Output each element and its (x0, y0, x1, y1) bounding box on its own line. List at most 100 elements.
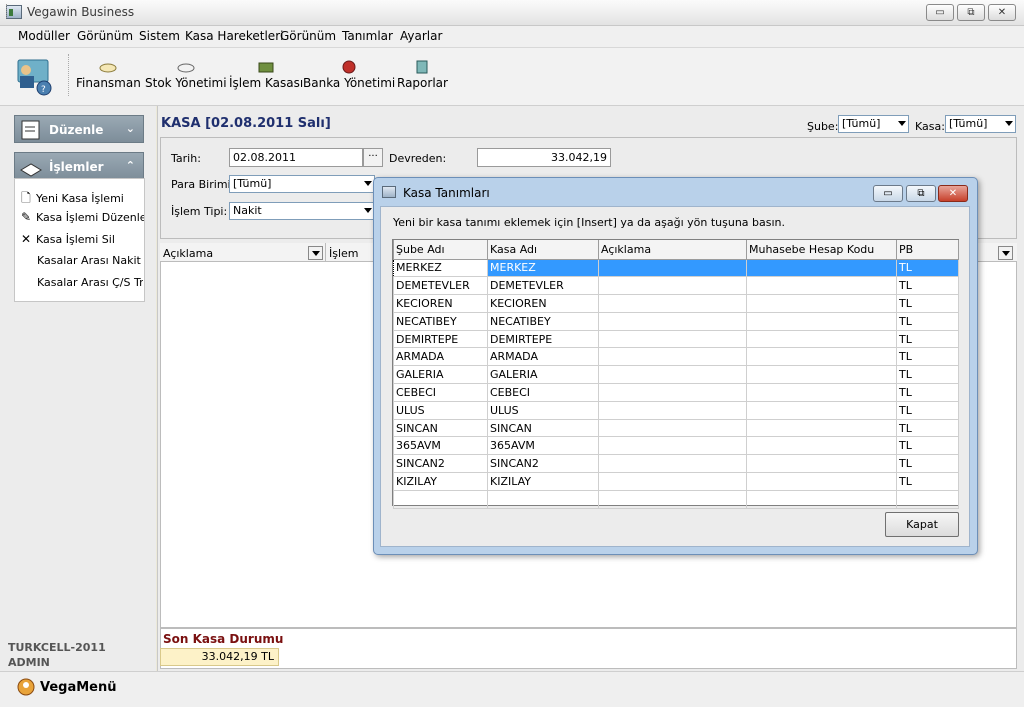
table-cell[interactable]: TL (896, 365, 959, 385)
table-cell[interactable] (598, 418, 747, 438)
grid-column-aciklama[interactable]: Açıklama (163, 247, 213, 260)
table-cell[interactable] (598, 258, 747, 278)
dialog-restore-button[interactable]: ⧉ (906, 185, 936, 202)
table-cell[interactable]: TL (896, 347, 959, 367)
column-header-pb[interactable]: PB (896, 240, 959, 260)
table-cell[interactable]: SINCAN2 (487, 454, 599, 474)
table-cell[interactable]: TL (896, 436, 959, 456)
table-cell[interactable]: DEMETEVLER (487, 276, 599, 296)
column-header-aciklama[interactable]: Açıklama (598, 240, 747, 260)
table-cell[interactable]: TL (896, 400, 959, 420)
table-cell[interactable]: KECIOREN (487, 294, 599, 313)
dialog-minimize-button[interactable]: ▭ (873, 185, 903, 202)
table-cell[interactable] (598, 276, 747, 296)
table-cell[interactable]: SINCAN2 (393, 454, 488, 474)
menu-kasa-hareketleri[interactable]: Kasa Hareketleri (185, 29, 283, 43)
table-cell[interactable] (746, 329, 897, 349)
table-cell[interactable] (746, 365, 897, 385)
sidebar-item-kasa-islemi-duzenle[interactable]: ✎ Kasa İşlemi Düzenle (19, 210, 144, 230)
table-cell[interactable]: DEMIRTEPE (487, 329, 599, 349)
table-cell[interactable] (746, 276, 897, 296)
table-cell[interactable]: SINCAN (487, 418, 599, 438)
table-cell[interactable]: MERKEZ (393, 258, 488, 278)
table-cell[interactable]: 365AVM (393, 436, 488, 456)
table-cell[interactable]: KECIOREN (393, 294, 488, 313)
toolbar-stok-button[interactable]: Stok Yönetimi (145, 60, 227, 90)
table-cell[interactable] (487, 489, 599, 509)
duzenle-header[interactable]: Düzenle ⌄ (14, 115, 144, 143)
table-cell[interactable]: TL (896, 383, 959, 402)
sidebar-item-yeni-kasa-islemi[interactable]: 🗋 Yeni Kasa İşlemi (19, 189, 144, 209)
table-cell[interactable]: DEMETEVLER (393, 276, 488, 296)
table-row-empty[interactable] (393, 489, 959, 509)
table-cell[interactable]: TL (896, 454, 959, 474)
table-cell[interactable] (598, 347, 747, 367)
toolbar-banka-button[interactable]: Banka Yönetimi (303, 60, 395, 90)
table-row[interactable]: CEBECI CEBECI TL (393, 383, 959, 402)
islemler-header[interactable]: İşlemler ⌃ (14, 152, 144, 180)
table-cell[interactable] (746, 472, 897, 491)
table-cell[interactable] (746, 436, 897, 456)
table-cell[interactable]: CEBECI (393, 383, 488, 402)
table-cell[interactable] (393, 489, 488, 509)
table-cell[interactable] (746, 347, 897, 367)
table-row[interactable]: DEMIRTEPE DEMIRTEPE TL (393, 329, 959, 349)
table-cell[interactable]: KIZILAY (393, 472, 488, 491)
table-row[interactable]: NECATIBEY NECATIBEY TL (393, 311, 959, 331)
table-cell[interactable] (598, 329, 747, 349)
chevron-up-icon[interactable]: ⌃ (126, 159, 135, 172)
vegamenu-button[interactable]: VegaMenü (40, 680, 117, 695)
table-cell[interactable]: 365AVM (487, 436, 599, 456)
table-cell[interactable] (746, 294, 897, 313)
table-cell[interactable]: SINCAN (393, 418, 488, 438)
table-cell[interactable] (598, 311, 747, 331)
tarih-field[interactable]: 02.08.2011 (229, 148, 363, 167)
vegamenu-icon[interactable] (16, 677, 36, 697)
table-row[interactable]: GALERIA GALERIA TL (393, 365, 959, 385)
table-cell[interactable] (746, 258, 897, 278)
minimize-button[interactable]: ▭ (926, 4, 954, 21)
table-cell[interactable]: ARMADA (487, 347, 599, 367)
menu-gorunum[interactable]: Görünüm (77, 29, 133, 43)
column-header-kasa-adi[interactable]: Kasa Adı (487, 240, 599, 260)
vega-logo-icon[interactable]: ? (8, 56, 60, 98)
column-filter-icon[interactable] (998, 246, 1013, 260)
table-row[interactable]: 365AVM 365AVM TL (393, 436, 959, 456)
table-cell[interactable]: ULUS (393, 400, 488, 420)
table-cell[interactable] (598, 400, 747, 420)
toolbar-raporlar-button[interactable]: Raporlar (397, 60, 448, 90)
menu-tanimlar[interactable]: Tanımlar (342, 29, 393, 43)
kapat-button[interactable]: Kapat (885, 512, 959, 537)
devreden-field[interactable]: 33.042,19 (477, 148, 611, 167)
table-row[interactable]: KECIOREN KECIOREN TL (393, 294, 959, 313)
para-birimi-select[interactable]: [Tümü] (229, 175, 375, 193)
menu-gorunum-2[interactable]: Görünüm (280, 29, 336, 43)
table-cell[interactable] (598, 489, 747, 509)
dialog-close-button[interactable]: ✕ (938, 185, 968, 202)
table-cell[interactable] (746, 383, 897, 402)
chevron-down-icon[interactable]: ⌄ (126, 122, 135, 135)
kasa-filter-select[interactable]: [Tümü] (945, 115, 1016, 133)
table-cell[interactable] (746, 418, 897, 438)
date-picker-button[interactable]: ··· (363, 148, 383, 167)
table-cell[interactable] (598, 294, 747, 313)
table-cell[interactable] (598, 365, 747, 385)
table-row[interactable]: SINCAN SINCAN TL (393, 418, 959, 438)
table-cell[interactable]: TL (896, 329, 959, 349)
table-cell[interactable]: TL (896, 294, 959, 313)
table-cell[interactable]: TL (896, 258, 959, 278)
table-cell[interactable]: MERKEZ (487, 258, 599, 278)
table-cell[interactable]: GALERIA (487, 365, 599, 385)
table-row[interactable]: ARMADA ARMADA TL (393, 347, 959, 367)
table-cell[interactable]: TL (896, 472, 959, 491)
table-cell[interactable]: TL (896, 311, 959, 331)
sidebar-item-kasalar-arasi-cs[interactable]: Kasalar Arası Ç/S Tr... (37, 276, 143, 296)
sidebar-item-kasalar-arasi-nakit[interactable]: Kasalar Arası Nakit T... (37, 254, 143, 274)
table-cell[interactable] (598, 472, 747, 491)
menu-moduller[interactable]: Modüller (18, 29, 70, 43)
table-cell[interactable] (746, 454, 897, 474)
table-cell[interactable] (598, 383, 747, 402)
table-cell[interactable] (746, 311, 897, 331)
table-cell[interactable]: KIZILAY (487, 472, 599, 491)
table-cell[interactable]: NECATIBEY (393, 311, 488, 331)
